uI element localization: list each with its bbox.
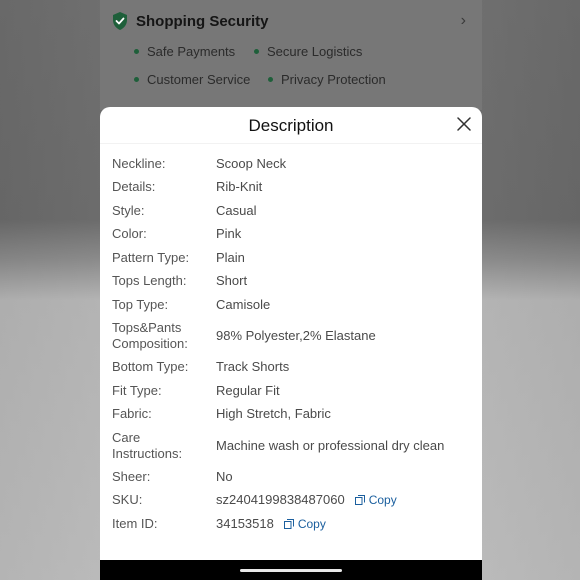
copy-label: Copy (297, 516, 326, 531)
description-row: Neckline: Scoop Neck (112, 156, 472, 174)
row-value: Short (216, 273, 248, 288)
copy-icon (354, 494, 365, 505)
row-value: High Stretch, Fabric (216, 406, 331, 421)
close-icon[interactable] (456, 116, 472, 132)
description-row: Fabric: High Stretch, Fabric (112, 406, 472, 424)
row-value: Plain (216, 250, 245, 265)
copy-sku-button[interactable]: Copy (354, 492, 397, 507)
row-value: Regular Fit (216, 383, 280, 398)
system-navigation-bar (100, 560, 482, 580)
shopping-security-title: Shopping Security (136, 12, 269, 30)
description-row: Color: Pink (112, 226, 472, 244)
security-item-safe-payments: Safe Payments (134, 44, 235, 59)
row-label: Sheer: (112, 469, 151, 484)
home-indicator[interactable] (240, 569, 342, 572)
description-row: Sheer: No (112, 469, 472, 487)
copy-label: Copy (368, 492, 397, 507)
security-item-label: Secure Logistics (267, 44, 363, 59)
row-value: Casual (216, 203, 257, 218)
row-value: Pink (216, 226, 242, 241)
row-label: Pattern Type: (112, 250, 190, 265)
row-value: Machine wash or professional dry clean (216, 438, 445, 453)
row-value: Track Shorts (216, 359, 290, 374)
description-row: Pattern Type: Plain (112, 250, 472, 268)
description-row: Tops Length: Short (112, 273, 472, 291)
row-label: Color: (112, 226, 147, 241)
backdrop-left (0, 0, 100, 580)
description-row: Details: Rib-Knit (112, 179, 472, 197)
security-item-secure-logistics: Secure Logistics (254, 44, 362, 59)
row-value: Rib-Knit (216, 179, 263, 194)
description-row: Bottom Type: Track Shorts (112, 359, 472, 377)
chevron-right-icon[interactable]: › (461, 12, 466, 30)
description-row: Style: Casual (112, 203, 472, 221)
row-label: Fit Type: (112, 383, 162, 398)
row-value: Camisole (216, 297, 271, 312)
row-value: No (216, 469, 233, 484)
backdrop-right (482, 0, 580, 580)
row-label: SKU: (112, 492, 143, 507)
item-id-value: 34153518 (216, 516, 274, 531)
row-label: Style: (112, 203, 145, 218)
security-item-customer-service: Customer Service (134, 72, 250, 87)
copy-item-id-button[interactable]: Copy (283, 516, 326, 531)
security-item-label: Privacy Protection (281, 72, 386, 87)
row-label: Tops&Pants Composition: (112, 320, 188, 351)
description-row-item-id: Item ID: 34153518 Copy (112, 516, 472, 534)
row-label: Item ID: (112, 516, 158, 531)
row-label: Neckline: (112, 156, 166, 171)
row-value: 98% Polyester,2% Elastane (216, 328, 376, 343)
description-row: Tops&Pants Composition: 98% Polyester,2%… (112, 320, 472, 352)
bullet-dot-icon (254, 49, 259, 54)
description-row: Care Instructions: Machine wash or profe… (112, 430, 472, 462)
row-label: Bottom Type: (112, 359, 189, 374)
modal-header: Description (100, 107, 482, 144)
copy-icon (283, 518, 294, 529)
row-label: Top Type: (112, 297, 169, 312)
row-label: Tops Length: (112, 273, 187, 288)
bullet-dot-icon (268, 77, 273, 82)
bullet-dot-icon (134, 49, 139, 54)
row-value: Scoop Neck (216, 156, 287, 171)
bullet-dot-icon (134, 77, 139, 82)
item-id-value-group: 34153518 Copy (216, 516, 326, 531)
sku-value: sz2404199838487060 (216, 492, 345, 507)
security-item-label: Safe Payments (147, 44, 236, 59)
row-label: Care Instructions: (112, 430, 183, 461)
security-item-label: Customer Service (147, 72, 251, 87)
description-modal: Description Neckline: Scoop Neck Details… (100, 107, 482, 567)
sku-value-group: sz2404199838487060 Copy (216, 492, 397, 507)
security-item-privacy-protection: Privacy Protection (268, 72, 386, 87)
shield-check-icon (113, 12, 127, 30)
description-row: Top Type: Camisole (112, 297, 472, 315)
row-label: Fabric: (112, 406, 152, 421)
row-label: Details: (112, 179, 156, 194)
description-row: Fit Type: Regular Fit (112, 383, 472, 401)
modal-title: Description (248, 116, 334, 135)
description-row-sku: SKU: sz2404199838487060 Copy (112, 492, 472, 510)
shopping-security-header[interactable]: Shopping Security › (112, 10, 472, 32)
